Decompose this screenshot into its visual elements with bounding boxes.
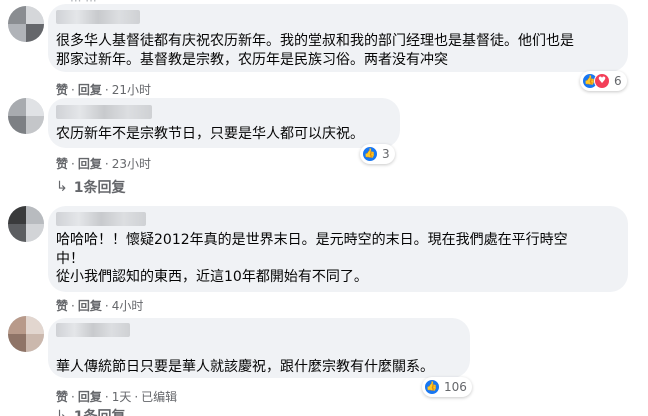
comment-actions: 赞 · 回复 · 1天 · 已编辑: [56, 390, 178, 404]
reply-button[interactable]: 回复: [78, 390, 102, 404]
reaction-chip[interactable]: 👍 106: [422, 377, 472, 397]
avatar[interactable]: [8, 6, 44, 42]
view-replies-button[interactable]: ↳ 1条回复: [56, 406, 125, 416]
reply-button[interactable]: 回复: [78, 83, 102, 97]
like-button[interactable]: 赞: [56, 390, 68, 404]
timestamp[interactable]: 21小时: [112, 83, 151, 97]
comment-actions: 赞 · 回复 · 4小时: [56, 299, 144, 313]
reaction-chip[interactable]: 👍 ♥ 6: [580, 71, 627, 91]
author-name[interactable]: [56, 323, 130, 337]
like-button[interactable]: 赞: [56, 83, 68, 97]
comment-actions: 赞 · 回复 · 23小时: [56, 157, 151, 171]
edited-label: 已编辑: [141, 390, 178, 404]
comment-text: 華人傳統節日只要是華人就該慶祝，跟什麼宗教有什麼關系。: [56, 359, 434, 375]
like-button[interactable]: 赞: [56, 299, 68, 313]
avatar[interactable]: [8, 316, 44, 352]
replies-label: 1条回复: [73, 180, 126, 196]
comment-text: 农历新年不是宗教节日，只要是华人都可以庆祝。: [56, 126, 364, 142]
reply-button[interactable]: 回复: [78, 157, 102, 171]
like-button[interactable]: 赞: [56, 157, 68, 171]
timestamp[interactable]: 23小时: [112, 157, 151, 171]
comment-text: 很多华人基督徒都有庆祝农历新年。我的堂叔和我的部门经理也是基督徒。他们也是 那家…: [56, 33, 574, 68]
reply-arrow-icon: ↳: [56, 408, 68, 416]
avatar[interactable]: [8, 206, 44, 242]
replies-label: 1条回复: [74, 406, 126, 416]
timestamp[interactable]: 1天: [112, 390, 132, 404]
timestamp[interactable]: 4小时: [112, 299, 144, 313]
author-name[interactable]: [56, 212, 146, 226]
love-icon: ♥: [594, 73, 610, 89]
author-name[interactable]: [56, 10, 140, 24]
reaction-chip[interactable]: 👍 3: [360, 144, 395, 164]
like-icon: 👍: [362, 146, 378, 162]
author-name[interactable]: [56, 105, 152, 119]
comment-text: 哈哈哈！！懷疑2012年真的是世界末日。是元時空的末日。現在我們處在平行時空 中…: [56, 232, 568, 285]
avatar[interactable]: [8, 98, 44, 134]
reaction-count: 106: [444, 380, 467, 394]
reaction-count: 6: [614, 74, 622, 88]
reply-arrow-icon: ↳: [56, 179, 68, 195]
comment-actions: 赞 · 回复 · 21小时: [56, 83, 151, 97]
like-icon: 👍: [424, 379, 440, 395]
reply-button[interactable]: 回复: [78, 299, 102, 313]
view-replies-button[interactable]: ↳ 1条回复: [56, 177, 125, 197]
reaction-count: 3: [382, 147, 390, 161]
